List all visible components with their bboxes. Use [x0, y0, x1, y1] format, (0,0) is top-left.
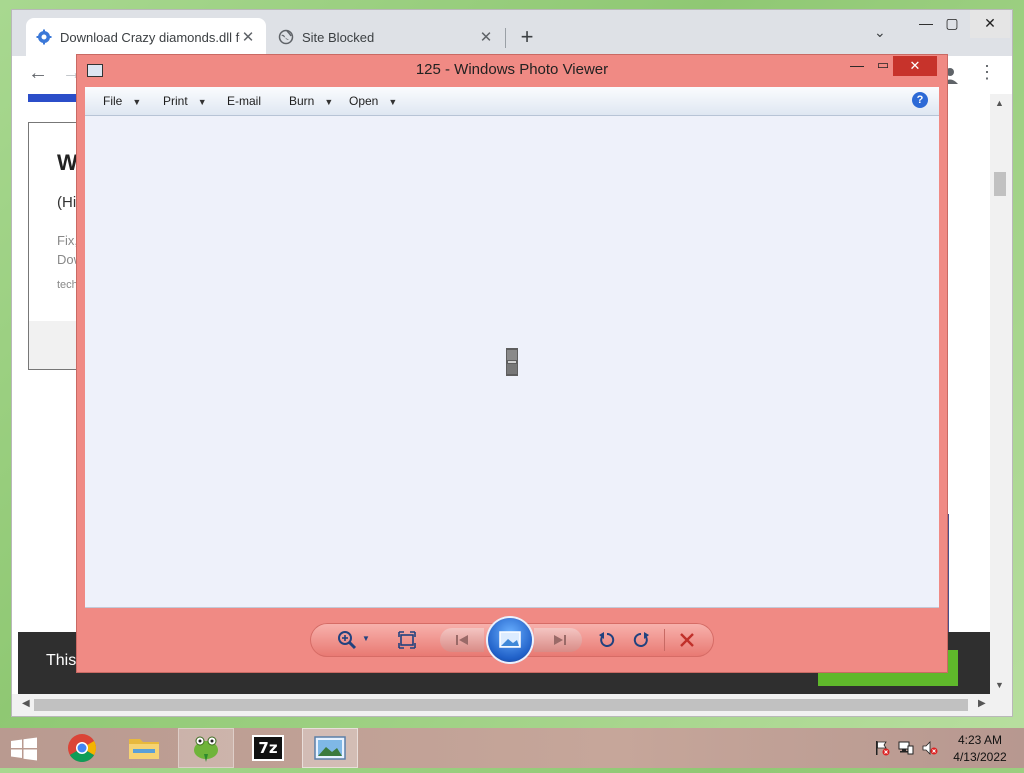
tab-separator: [505, 28, 506, 48]
previous-icon: [456, 635, 468, 645]
photo-viewer-app-icon[interactable]: [87, 64, 103, 77]
help-icon[interactable]: ?: [912, 92, 928, 108]
frog-icon: [194, 736, 218, 762]
windows-start-icon[interactable]: [10, 737, 38, 761]
scroll-right-arrow-icon[interactable]: ▶: [978, 698, 986, 709]
tab-download-dll[interactable]: Download Crazy diamonds.dll fo ✕: [26, 18, 266, 56]
menu-label: File: [103, 94, 123, 108]
menu-label: Open: [349, 94, 379, 108]
caret-down-icon: ▼: [132, 97, 142, 107]
menu-burn[interactable]: Burn ▼: [289, 94, 333, 108]
photo-viewer-window: 125 - Windows Photo Viewer — ▭ ✕ File ▼ P…: [77, 55, 947, 672]
tab-strip: Download Crazy diamonds.dll fo ✕ Site Bl…: [12, 10, 1012, 56]
scroll-down-arrow-icon[interactable]: ▼: [995, 680, 1004, 690]
next-icon: [554, 635, 566, 645]
taskbar-file-explorer-button[interactable]: [116, 728, 172, 768]
rotate-clockwise-icon[interactable]: [630, 629, 652, 651]
caret-down-icon: ▼: [324, 97, 334, 107]
back-arrow-icon[interactable]: ←: [28, 62, 48, 85]
menu-label: Print: [163, 94, 188, 108]
clock-time[interactable]: 4:23 AM: [942, 733, 1018, 747]
clock-date[interactable]: 4/13/2022: [942, 750, 1018, 764]
7zip-label: 7z: [258, 739, 278, 757]
tab-close-icon[interactable]: ✕: [240, 28, 256, 46]
maximize-button[interactable]: ▭: [873, 57, 893, 73]
navigation-bar: ▼: [310, 618, 714, 662]
next-button[interactable]: [534, 628, 582, 652]
folder-icon: [129, 739, 159, 759]
tab-search-chevron-icon[interactable]: ⌄: [874, 24, 886, 41]
previous-button[interactable]: [440, 628, 484, 652]
controls-separator: [664, 629, 665, 651]
cookie-banner-text: This: [46, 652, 77, 669]
scroll-up-arrow-icon[interactable]: ▲: [995, 98, 1004, 108]
taskbar-photo-viewer-button[interactable]: [302, 728, 358, 768]
minimize-button[interactable]: —: [847, 57, 867, 73]
new-tab-button[interactable]: +: [512, 22, 542, 52]
caret-down-icon: ▼: [388, 97, 398, 107]
image-canvas: [85, 116, 939, 608]
displayed-image: [506, 348, 518, 376]
menu-label: E-mail: [227, 94, 262, 108]
rotate-counterclockwise-icon[interactable]: [596, 629, 618, 651]
photo-viewer-icon: [314, 736, 346, 760]
page-header-accent: [28, 94, 80, 102]
puzzle-gear-icon: [36, 29, 52, 45]
horizontal-scrollbar[interactable]: ◀ ▶: [12, 694, 1012, 716]
taskbar-frog-app-button[interactable]: [178, 728, 234, 768]
browser-maximize-button[interactable]: ▢: [934, 10, 970, 38]
menu-open[interactable]: Open ▼: [349, 94, 397, 108]
actual-size-icon[interactable]: [396, 629, 418, 651]
network-icon[interactable]: [898, 740, 914, 756]
zoom-caret-icon[interactable]: ▼: [362, 634, 370, 643]
horizontal-scroll-thumb[interactable]: [34, 699, 968, 711]
taskbar-chrome-button[interactable]: [54, 728, 110, 768]
window-title: 125 - Windows Photo Viewer: [415, 61, 609, 78]
action-center-flag-icon[interactable]: [874, 740, 890, 756]
tab-title: Site Blocked: [302, 29, 375, 45]
caret-down-icon: ▼: [197, 97, 207, 107]
tab-close-icon[interactable]: ✕: [478, 28, 494, 46]
scroll-left-arrow-icon[interactable]: ◀: [22, 698, 30, 709]
delete-icon[interactable]: [676, 629, 698, 651]
tab-title: Download Crazy diamonds.dll fo: [60, 29, 240, 45]
vertical-scroll-thumb[interactable]: [994, 172, 1006, 196]
slide-show-icon: [499, 631, 521, 648]
browser-close-button[interactable]: ✕: [970, 10, 1010, 38]
close-button[interactable]: ✕: [893, 56, 937, 76]
menu-print[interactable]: Print ▼: [163, 94, 207, 108]
tab-site-blocked[interactable]: Site Blocked ✕: [268, 18, 504, 56]
7zip-icon: 7z: [252, 735, 284, 761]
taskbar: 7z 4:23 AM 4/13/2022: [0, 728, 1024, 768]
globe-icon: [278, 29, 294, 45]
zoom-icon[interactable]: [336, 629, 358, 651]
slide-show-button[interactable]: [488, 618, 532, 662]
menu-file[interactable]: File ▼: [103, 94, 141, 108]
menu-bar: File ▼ Print ▼ E-mail Burn ▼ Open ▼ ?: [85, 87, 939, 116]
menu-email[interactable]: E-mail: [227, 94, 261, 108]
more-menu-icon[interactable]: ⋮: [978, 62, 996, 83]
vertical-scrollbar[interactable]: ▲ ▼: [990, 94, 1012, 694]
taskbar-7zip-button[interactable]: 7z: [240, 728, 296, 768]
volume-muted-icon[interactable]: [922, 740, 938, 756]
chrome-icon: [68, 734, 96, 762]
menu-label: Burn: [289, 94, 315, 108]
